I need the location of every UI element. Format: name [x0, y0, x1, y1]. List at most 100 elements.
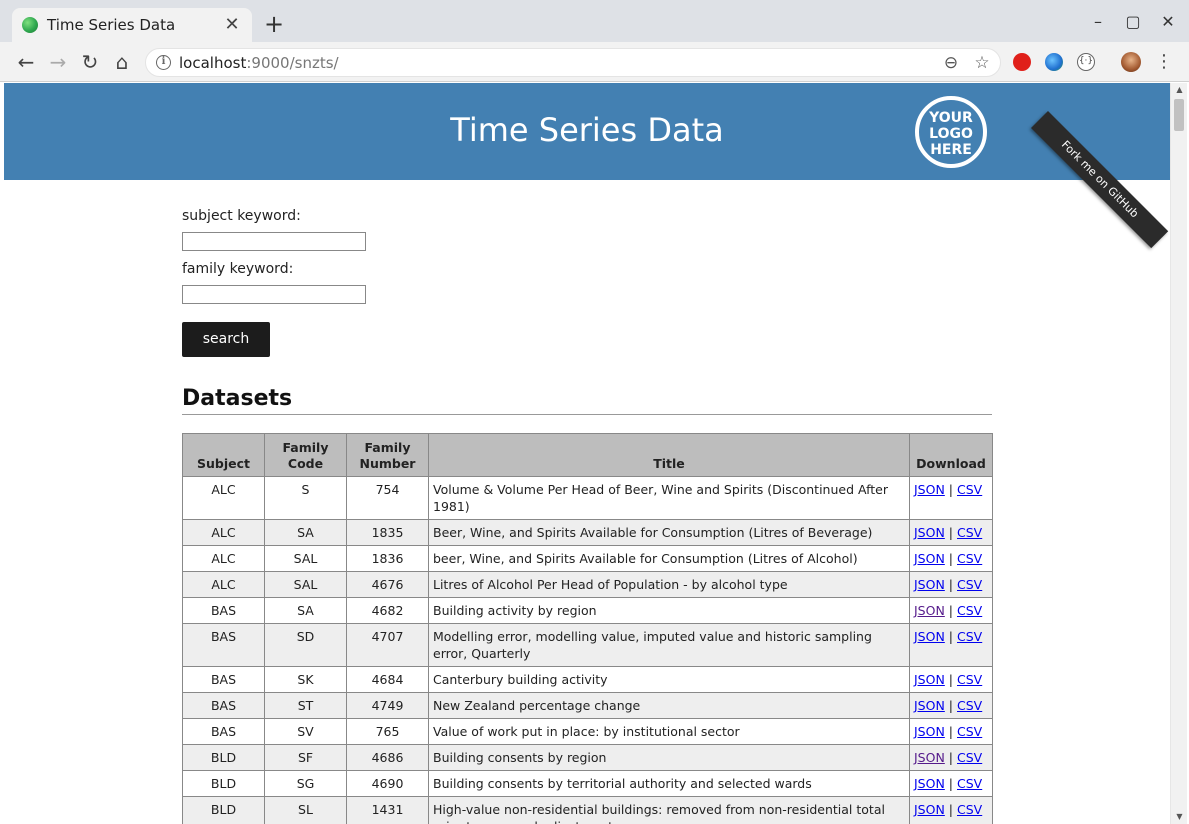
cell-download: JSON | CSV	[909, 666, 993, 693]
json-download-link[interactable]: JSON	[914, 776, 945, 791]
cell-subject: BAS	[182, 623, 265, 667]
json-download-link[interactable]: JSON	[914, 525, 945, 540]
json-download-link[interactable]: JSON	[914, 629, 945, 644]
globe-extension-icon[interactable]	[1045, 53, 1063, 71]
csv-download-link[interactable]: CSV	[957, 603, 982, 618]
csv-download-link[interactable]: CSV	[957, 525, 982, 540]
cell-family-number: 4676	[346, 571, 429, 598]
new-tab-button[interactable]: +	[264, 12, 284, 38]
browser-titlebar: Time Series Data ✕ + – ▢ ✕	[0, 0, 1189, 42]
cell-download: JSON | CSV	[909, 623, 993, 667]
cell-title: Canterbury building activity	[428, 666, 910, 693]
cell-family-code: SG	[264, 770, 347, 797]
table-header-row: Subject Family Code Family Number Title …	[182, 433, 993, 477]
page-title: Time Series Data	[450, 111, 724, 149]
cell-subject: BLD	[182, 796, 265, 824]
logo: YOUR LOGO HERE	[915, 96, 987, 168]
cell-title: High-value non-residential buildings: re…	[428, 796, 910, 824]
table-row: ALC SAL 4676 Litres of Alcohol Per Head of …	[182, 571, 993, 598]
csv-download-link[interactable]: CSV	[957, 698, 982, 713]
scroll-down-arrow-icon[interactable]: ▼	[1171, 810, 1188, 824]
browser-menu-icon[interactable]: ⋮	[1155, 50, 1173, 74]
cell-download: JSON | CSV	[909, 796, 993, 824]
csv-download-link[interactable]: CSV	[957, 629, 982, 644]
forward-arrow-icon[interactable]: →	[46, 50, 70, 74]
link-separator: |	[948, 525, 954, 540]
cell-family-number: 1431	[346, 796, 429, 824]
home-icon[interactable]: ⌂	[110, 50, 134, 74]
json-download-link[interactable]: JSON	[914, 672, 945, 687]
cell-download: JSON | CSV	[909, 597, 993, 624]
page-scrollbar[interactable]: ▲ ▼	[1170, 83, 1187, 824]
url-path: :9000/snzts/	[246, 54, 339, 72]
site-header: Time Series Data YOUR LOGO HERE	[4, 83, 1170, 180]
browser-tab[interactable]: Time Series Data ✕	[12, 8, 252, 42]
table-row: ALC SAL 1836 beer, Wine, and Spirits Availa…	[182, 545, 993, 572]
link-separator: |	[948, 776, 954, 791]
cell-title: Litres of Alcohol Per Head of Population…	[428, 571, 910, 598]
url-host: localhost	[179, 54, 247, 72]
close-tab-icon[interactable]: ✕	[222, 15, 242, 35]
json-download-link[interactable]: JSON	[914, 750, 945, 765]
minimize-window-button[interactable]: –	[1083, 10, 1113, 34]
json-download-link[interactable]: JSON	[914, 577, 945, 592]
table-row: BAS ST 4749 New Zealand percentage change JS…	[182, 692, 993, 719]
scrollbar-thumb[interactable]	[1174, 99, 1184, 131]
json-download-link[interactable]: JSON	[914, 698, 945, 713]
adblock-extension-icon[interactable]	[1013, 53, 1031, 71]
tab-title: Time Series Data	[47, 16, 176, 34]
bookmark-star-icon[interactable]: ☆	[972, 53, 992, 73]
csv-download-link[interactable]: CSV	[957, 482, 982, 497]
url-text[interactable]: localhost:9000/snzts/	[179, 54, 339, 72]
link-separator: |	[948, 750, 954, 765]
csv-download-link[interactable]: CSV	[957, 672, 982, 687]
cell-family-number: 754	[346, 476, 429, 520]
column-header-download: Download	[909, 433, 993, 477]
csv-download-link[interactable]: CSV	[957, 776, 982, 791]
link-separator: |	[948, 698, 954, 713]
devtools-extension-icon[interactable]: {·}	[1077, 53, 1095, 71]
csv-download-link[interactable]: CSV	[957, 724, 982, 739]
browser-toolbar: ← → ↻ ⌂ i localhost:9000/snzts/ ⊖ ☆ {·} …	[0, 42, 1189, 82]
reload-icon[interactable]: ↻	[78, 50, 102, 74]
cell-subject: ALC	[182, 545, 265, 572]
profile-avatar[interactable]	[1121, 52, 1141, 72]
site-info-icon[interactable]: i	[156, 55, 171, 70]
scroll-up-arrow-icon[interactable]: ▲	[1171, 83, 1188, 97]
column-header-family-code: Family Code	[264, 433, 347, 477]
address-bar[interactable]: i localhost:9000/snzts/ ⊖ ☆	[145, 48, 1001, 77]
back-arrow-icon[interactable]: ←	[14, 50, 38, 74]
cell-title: Building consents by territorial authori…	[428, 770, 910, 797]
link-separator: |	[948, 724, 954, 739]
close-window-button[interactable]: ✕	[1153, 10, 1183, 34]
csv-download-link[interactable]: CSV	[957, 750, 982, 765]
subject-keyword-input[interactable]	[182, 232, 366, 251]
search-button[interactable]: search	[182, 322, 270, 357]
cell-download: JSON | CSV	[909, 476, 993, 520]
cell-family-number: 4707	[346, 623, 429, 667]
cell-family-code: SAL	[264, 545, 347, 572]
cell-family-number: 4684	[346, 666, 429, 693]
json-download-link[interactable]: JSON	[914, 802, 945, 817]
maximize-window-button[interactable]: ▢	[1118, 10, 1148, 34]
cell-family-code: SV	[264, 718, 347, 745]
cell-family-code: SL	[264, 796, 347, 824]
cell-subject: ALC	[182, 476, 265, 520]
cell-title: Value of work put in place: by instituti…	[428, 718, 910, 745]
json-download-link[interactable]: JSON	[914, 482, 945, 497]
cell-family-number: 1836	[346, 545, 429, 572]
json-download-link[interactable]: JSON	[914, 551, 945, 566]
cell-subject: BAS	[182, 666, 265, 693]
cell-family-number: 4749	[346, 692, 429, 719]
family-keyword-input[interactable]	[182, 285, 366, 304]
cell-title: New Zealand percentage change	[428, 692, 910, 719]
csv-download-link[interactable]: CSV	[957, 551, 982, 566]
json-download-link[interactable]: JSON	[914, 724, 945, 739]
json-download-link[interactable]: JSON	[914, 603, 945, 618]
table-row: BLD SL 1431 High-value non-residential buil…	[182, 796, 993, 824]
datasets-table-body: ALC S 754 Volume & Volume Per Head of Beer,…	[182, 476, 993, 824]
cell-family-code: SA	[264, 519, 347, 546]
zoom-icon[interactable]: ⊖	[941, 53, 961, 73]
csv-download-link[interactable]: CSV	[957, 802, 982, 817]
csv-download-link[interactable]: CSV	[957, 577, 982, 592]
